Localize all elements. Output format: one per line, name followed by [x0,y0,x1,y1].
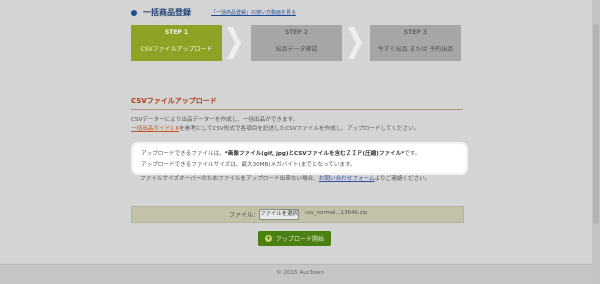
copyright: © 2015 AucTown [276,270,324,276]
main-content: 一括商品登録 「一括商品登録」の使い方動画を見る STEP 1 CSVファイルア… [0,0,600,262]
scrollbar[interactable] [592,0,600,283]
step-1: STEP 1 CSVファイルアップロード [131,25,222,61]
file-label: ファイル： [229,212,260,219]
oversize-suffix: よりご連絡ください。 [374,176,431,182]
step-number: STEP 2 [284,29,309,36]
file-type-bold: *画像ファイル(gif, jpg)とCSVファイルを含むＺＩＰ(圧縮)ファイル* [224,151,405,157]
file-type-note: アップロードできるファイルは、*画像ファイル(gif, jpg)とCSVファイル… [141,149,420,157]
step-label: 出品データ確認 [275,46,318,53]
file-input-bar: ファイル： ファイルを選択 csv_normal...13646.zip [131,206,464,223]
oversize-note: ファイルサイズオーバーのためファイルをアップロード出来ない場合、お問い合わせフォ… [140,174,430,182]
scrollbar-thumb[interactable] [593,24,599,224]
upload-start-button[interactable]: + アップロード開始 [258,231,331,246]
file-type-suffix: です。 [404,151,421,157]
upload-button-label: アップロード開始 [275,236,324,243]
page: 一括商品登録 「一括商品登録」の使い方動画を見る STEP 1 CSVファイルア… [0,0,600,284]
file-size-note: アップロードできるファイルサイズは、最大30MB(メガバイト)までとなっています… [141,162,356,168]
guide-link[interactable]: 一括出品ガイド1.6 [131,126,179,132]
upload-section: CSVファイルアップロード CSVデーターにより出品データーを作成し、一括出品が… [131,96,463,132]
step-number: STEP 3 [403,29,428,36]
usage-video-link[interactable]: 「一括商品登録」の使い方動画を見る [211,9,296,16]
section-title: CSVファイルアップロード [131,96,463,110]
step-number: STEP 1 [164,29,189,36]
bullet-icon [131,9,137,16]
step-2: STEP 2 出品データ確認 [251,25,342,61]
intro-text: CSVデーターにより出品データーを作成し、一括出品ができます。 [131,117,299,123]
page-header: 一括商品登録 「一括商品登録」の使い方動画を見る [131,7,296,18]
oversize-prefix: ファイルサイズオーバーのためファイルをアップロード出来ない場合、 [140,176,319,182]
page-title: 一括商品登録 [143,8,191,17]
choose-file-button[interactable]: ファイルを選択 [259,209,299,220]
guide-text-rest: を参考にしてCSV形式で各項目を記述したCSVファイルを作成し、アップロードして… [179,126,420,132]
file-type-prefix: アップロードできるファイルは、 [141,151,225,157]
chevron-right-icon [227,27,241,59]
footer: © 2015 AucTown [0,264,600,284]
step-progress: STEP 1 CSVファイルアップロード STEP 2 出品データ確認 STEP… [131,25,463,61]
step-label: CSVファイルアップロード [140,46,213,53]
guide-text: 一括出品ガイド1.6を参考にしてCSV形式で各項目を記述したCSVファイルを作成… [131,125,419,134]
selected-file-name: csv_normal...13646.zip [305,210,368,216]
contact-form-link[interactable]: お問い合わせフォーム [319,176,375,182]
plus-circle-icon: + [264,235,272,242]
chevron-right-icon [348,27,362,59]
step-label: 今すぐ出品 または 予約出品 [377,46,454,53]
step-3: STEP 3 今すぐ出品 または 予約出品 [370,25,461,61]
file-requirements-box: アップロードできるファイルは、*画像ファイル(gif, jpg)とCSVファイル… [133,144,466,173]
